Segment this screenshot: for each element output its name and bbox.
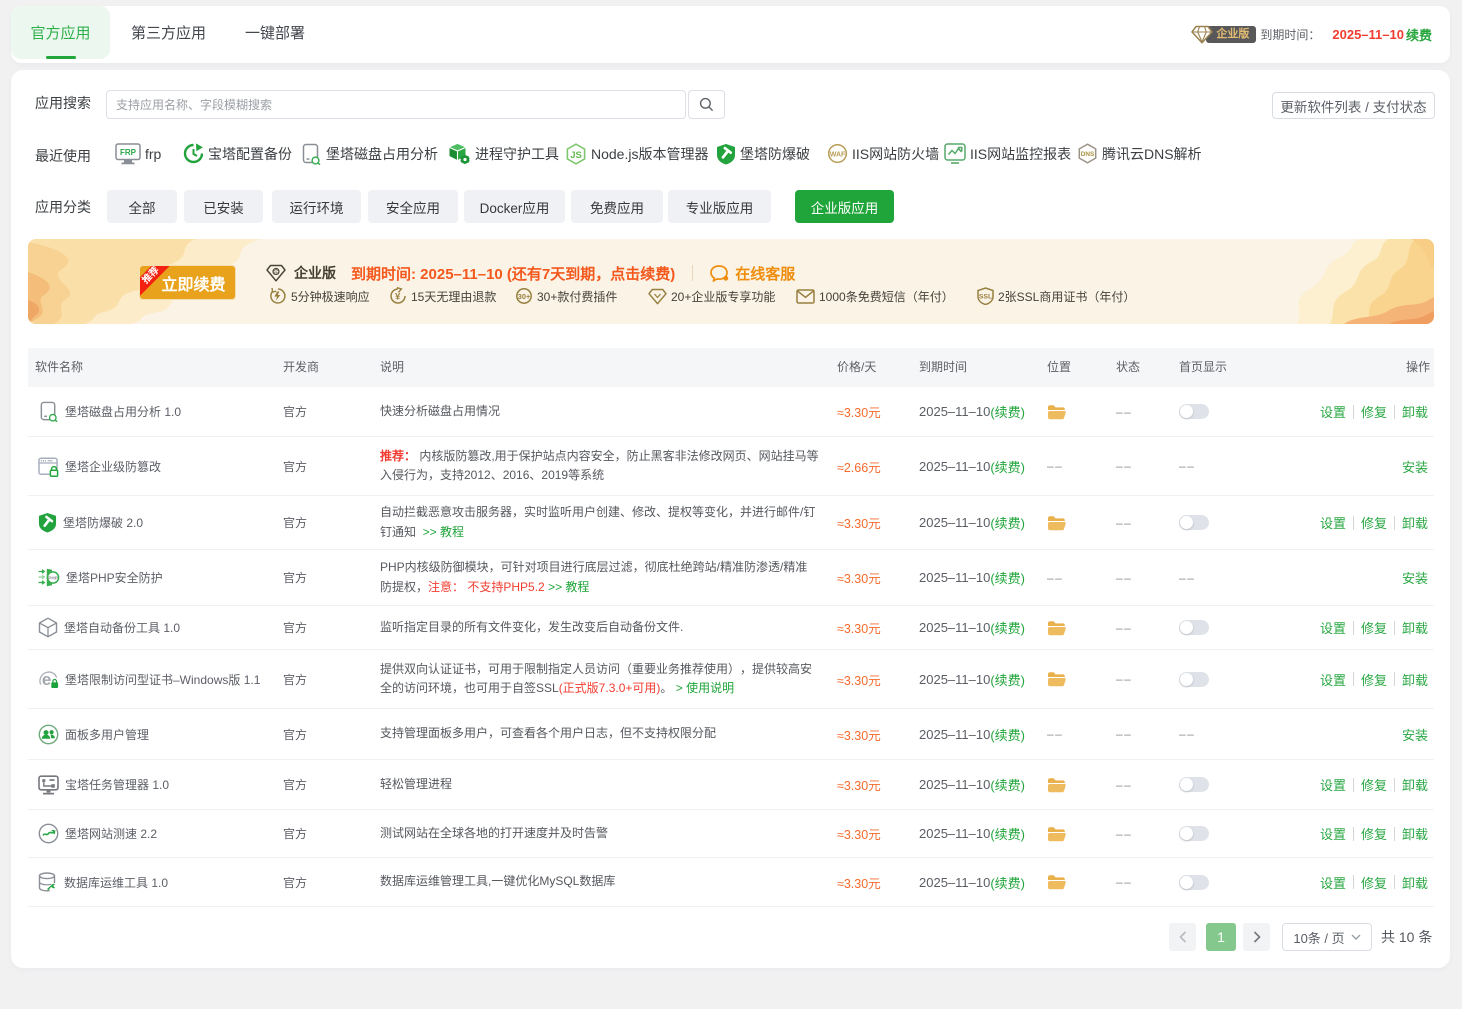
svg-text:PHP: PHP: [48, 575, 57, 580]
svg-text:WAF: WAF: [830, 151, 846, 158]
svg-text:JS: JS: [570, 150, 582, 161]
svg-text:FRP: FRP: [120, 148, 137, 157]
svg-text:30+: 30+: [518, 292, 531, 301]
svg-text:¥: ¥: [395, 292, 401, 303]
svg-text:企: 企: [273, 268, 279, 276]
svg-text:SSL: SSL: [979, 294, 992, 301]
svg-text:DNS: DNS: [1081, 151, 1095, 158]
